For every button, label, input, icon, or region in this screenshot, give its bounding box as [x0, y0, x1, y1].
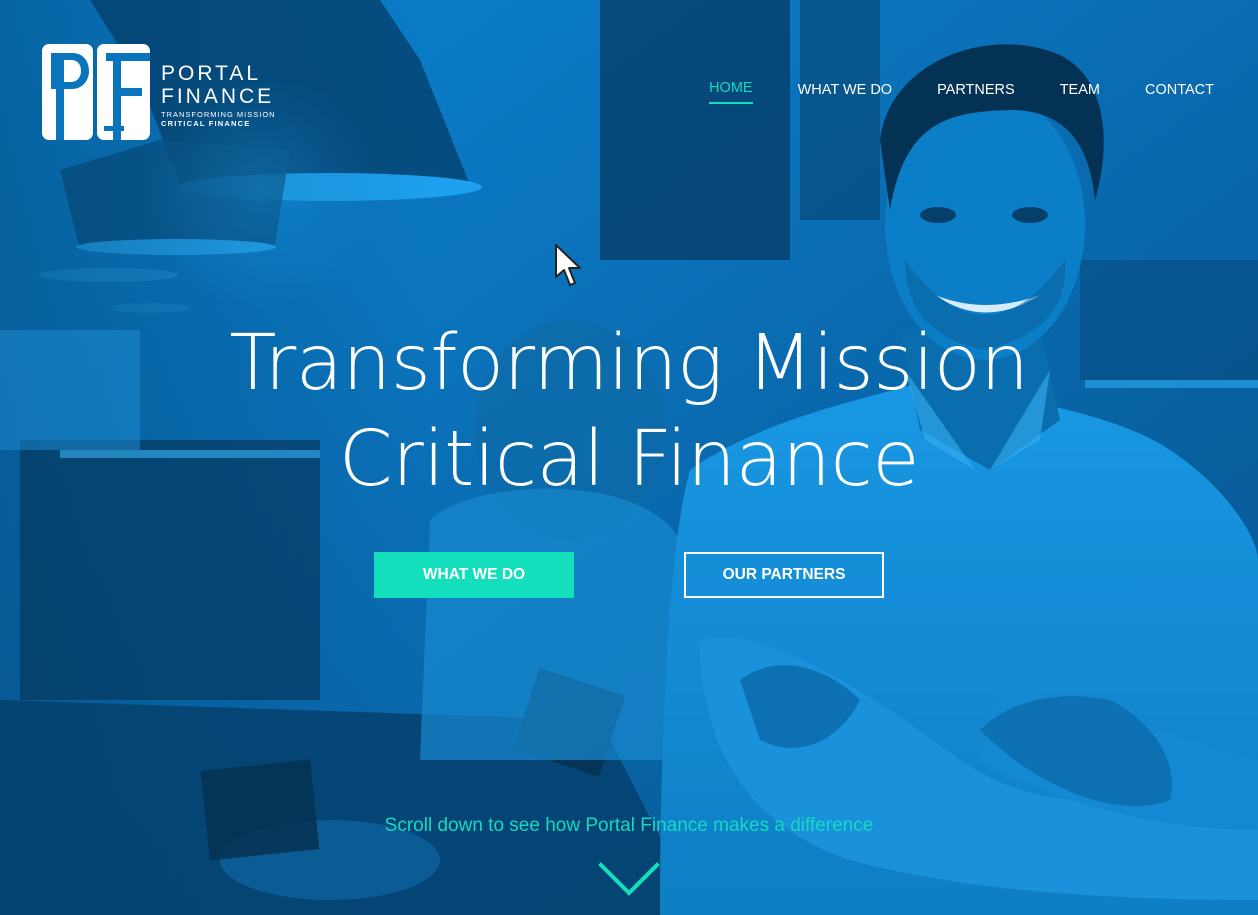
mouse-pointer-icon — [555, 244, 581, 286]
site-logo[interactable]: PORTAL FINANCE TRANSFORMING MISSION CRIT… — [42, 44, 276, 140]
hero-headline-line1: Transforming Mission — [229, 319, 1029, 408]
nav-team[interactable]: TEAM — [1060, 82, 1100, 106]
hero-section: PORTAL FINANCE TRANSFORMING MISSION CRIT… — [0, 0, 1258, 915]
main-nav: HOME WHAT WE DO PARTNERS TEAM CONTACT — [664, 80, 1214, 106]
nav-what-we-do[interactable]: WHAT WE DO — [798, 82, 893, 106]
what-we-do-button[interactable]: WHAT WE DO — [374, 552, 574, 598]
logo-wordmark: PORTAL FINANCE TRANSFORMING MISSION CRIT… — [161, 62, 276, 128]
hero-headline-line2: Critical Finance — [338, 415, 920, 504]
logo-tagline-line1: TRANSFORMING MISSION — [161, 110, 276, 119]
our-partners-button[interactable]: OUR PARTNERS — [684, 552, 884, 598]
nav-home[interactable]: HOME — [709, 80, 753, 104]
hero-headline: Transforming Mission Critical Finance — [0, 316, 1258, 508]
logo-tagline-line2: CRITICAL FINANCE — [161, 119, 251, 128]
logo-name-line1: PORTAL — [161, 62, 262, 85]
nav-contact[interactable]: CONTACT — [1145, 82, 1214, 106]
chevron-down-icon[interactable] — [598, 862, 660, 898]
pf-logo-icon — [42, 44, 150, 140]
logo-name-line2: FINANCE — [161, 85, 275, 108]
nav-partners[interactable]: PARTNERS — [937, 82, 1015, 106]
scroll-prompt-text: Scroll down to see how Portal Finance ma… — [384, 815, 874, 836]
